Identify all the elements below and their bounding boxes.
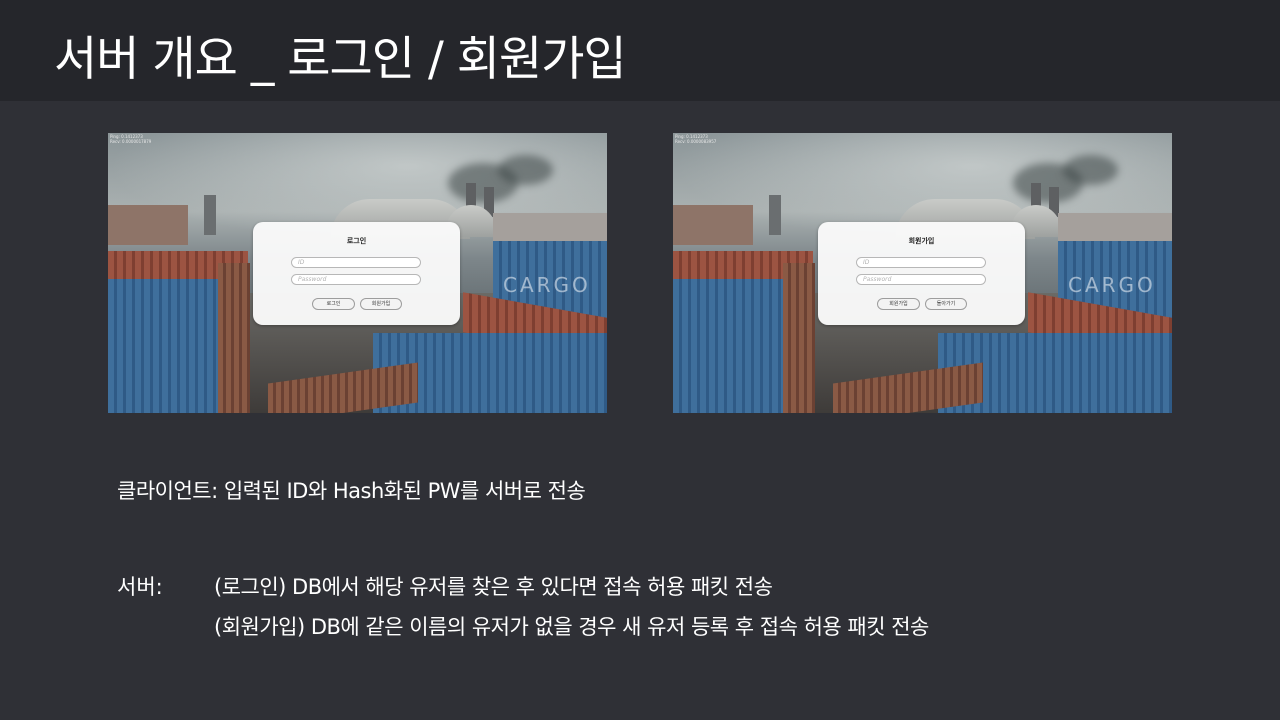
debug-hud: Ping: 0.1412373 Recv: 0.0000017879 [110,134,151,144]
login-button[interactable]: 로그인 [312,298,355,310]
chimney [769,195,781,235]
password-placeholder: Password [298,276,327,283]
id-placeholder: ID [298,259,305,266]
shipping-container-rust [783,263,815,413]
slide-title: 서버 개요 _ 로그인 / 회원가입 [54,32,627,87]
password-input[interactable]: Password [856,274,986,285]
id-input[interactable]: ID [291,257,421,268]
shipping-container-blue [108,279,233,413]
warehouse-building [1058,213,1172,243]
warehouse-building [673,205,753,245]
hud-line: Recv: 0.0000017879 [110,139,152,144]
signup-dialog: 회원가입 ID Password 회원가입 돌아가기 [818,222,1025,325]
container-cargo-text: CARGO [1068,273,1156,297]
signup-button[interactable]: 회원가입 [877,298,920,310]
server-signup-description: (회원가입) DB에 같은 이름의 유저가 없을 경우 새 유저 등록 후 접속… [214,615,929,639]
container-cargo-text: CARGO [503,273,591,297]
id-placeholder: ID [863,259,870,266]
warehouse-building [493,213,607,243]
warehouse-building [108,205,188,245]
hud-line: Recv: 0.0000083957 [675,139,717,144]
password-placeholder: Password [863,276,892,283]
back-button[interactable]: 돌아가기 [925,298,967,310]
dialog-title: 회원가입 [908,237,935,245]
login-screenshot: CARGO Ping: 0.1412373 Recv: 0.0000017879… [108,133,607,413]
smoke-cloud [1063,155,1118,185]
chimney [204,195,216,235]
password-input[interactable]: Password [291,274,421,285]
server-login-description: (로그인) DB에서 해당 유저를 찾은 후 있다면 접속 허용 패킷 전송 [214,575,773,599]
shipping-container-rust [218,263,250,413]
id-input[interactable]: ID [856,257,986,268]
login-dialog: 로그인 ID Password 로그인 회원가입 [253,222,460,325]
server-label: 서버: [117,575,163,599]
slide-header: 서버 개요 _ 로그인 / 회원가입 [0,0,1280,101]
signup-screenshot: CARGO Ping: 0.1412373 Recv: 0.0000083957… [673,133,1172,413]
smoke-cloud [498,155,553,185]
client-description: 클라이언트: 입력된 ID와 Hash화된 PW를 서버로 전송 [117,479,586,503]
dialog-title: 로그인 [346,237,367,245]
shipping-container-blue [673,279,798,413]
signup-button[interactable]: 회원가입 [360,298,402,310]
debug-hud: Ping: 0.1412373 Recv: 0.0000083957 [675,134,716,144]
